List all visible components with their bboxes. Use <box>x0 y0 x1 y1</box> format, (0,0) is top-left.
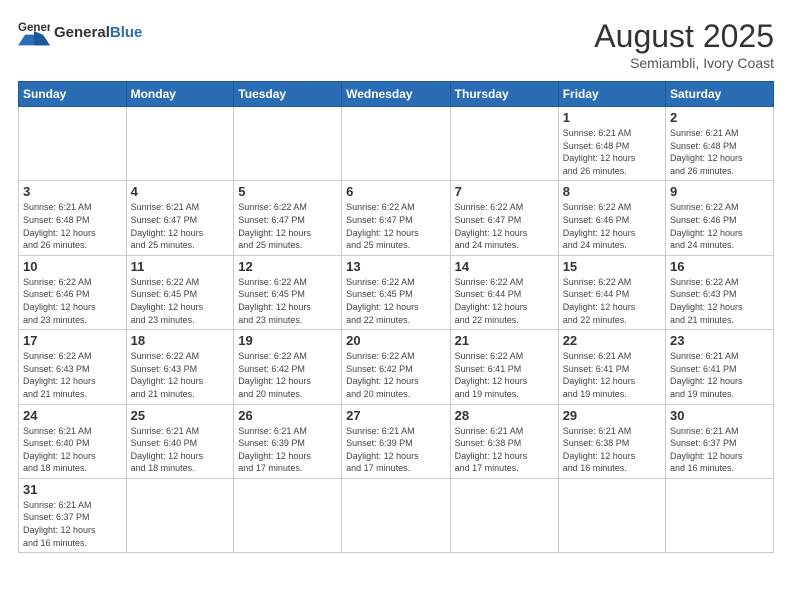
empty-cell <box>234 478 342 552</box>
day-19: 19 Sunrise: 6:22 AMSunset: 6:42 PMDaylig… <box>234 330 342 404</box>
day-1: 1 Sunrise: 6:21 AMSunset: 6:48 PMDayligh… <box>558 107 665 181</box>
empty-cell <box>342 107 451 181</box>
day-5: 5 Sunrise: 6:22 AMSunset: 6:47 PMDayligh… <box>234 181 342 255</box>
month-title: August 2025 <box>594 18 774 55</box>
header-monday: Monday <box>126 82 234 107</box>
header-sunday: Sunday <box>19 82 127 107</box>
empty-cell <box>450 478 558 552</box>
logo: General GeneralBlue <box>18 18 142 46</box>
empty-cell <box>126 107 234 181</box>
day-30: 30 Sunrise: 6:21 AMSunset: 6:37 PMDaylig… <box>666 404 774 478</box>
logo-icon: General <box>18 18 50 46</box>
logo-text: GeneralBlue <box>54 24 142 41</box>
empty-cell <box>666 478 774 552</box>
day-28: 28 Sunrise: 6:21 AMSunset: 6:38 PMDaylig… <box>450 404 558 478</box>
header-friday: Friday <box>558 82 665 107</box>
day-9: 9 Sunrise: 6:22 AMSunset: 6:46 PMDayligh… <box>666 181 774 255</box>
day-18: 18 Sunrise: 6:22 AMSunset: 6:43 PMDaylig… <box>126 330 234 404</box>
page-header: General GeneralBlue August 2025 Semiambl… <box>18 18 774 71</box>
empty-cell <box>126 478 234 552</box>
title-block: August 2025 Semiambli, Ivory Coast <box>594 18 774 71</box>
week-row-6: 31 Sunrise: 6:21 AMSunset: 6:37 PMDaylig… <box>19 478 774 552</box>
header-tuesday: Tuesday <box>234 82 342 107</box>
day-27: 27 Sunrise: 6:21 AMSunset: 6:39 PMDaylig… <box>342 404 451 478</box>
empty-cell <box>450 107 558 181</box>
empty-cell <box>342 478 451 552</box>
weekday-header-row: Sunday Monday Tuesday Wednesday Thursday… <box>19 82 774 107</box>
day-17: 17 Sunrise: 6:22 AMSunset: 6:43 PMDaylig… <box>19 330 127 404</box>
day-31: 31 Sunrise: 6:21 AMSunset: 6:37 PMDaylig… <box>19 478 127 552</box>
header-wednesday: Wednesday <box>342 82 451 107</box>
week-row-4: 17 Sunrise: 6:22 AMSunset: 6:43 PMDaylig… <box>19 330 774 404</box>
week-row-3: 10 Sunrise: 6:22 AMSunset: 6:46 PMDaylig… <box>19 255 774 329</box>
subtitle: Semiambli, Ivory Coast <box>594 55 774 71</box>
day-4: 4 Sunrise: 6:21 AMSunset: 6:47 PMDayligh… <box>126 181 234 255</box>
empty-cell <box>19 107 127 181</box>
day-6: 6 Sunrise: 6:22 AMSunset: 6:47 PMDayligh… <box>342 181 451 255</box>
day-21: 21 Sunrise: 6:22 AMSunset: 6:41 PMDaylig… <box>450 330 558 404</box>
week-row-5: 24 Sunrise: 6:21 AMSunset: 6:40 PMDaylig… <box>19 404 774 478</box>
calendar-table: Sunday Monday Tuesday Wednesday Thursday… <box>18 81 774 553</box>
day-13: 13 Sunrise: 6:22 AMSunset: 6:45 PMDaylig… <box>342 255 451 329</box>
day-29: 29 Sunrise: 6:21 AMSunset: 6:38 PMDaylig… <box>558 404 665 478</box>
day-25: 25 Sunrise: 6:21 AMSunset: 6:40 PMDaylig… <box>126 404 234 478</box>
day-8: 8 Sunrise: 6:22 AMSunset: 6:46 PMDayligh… <box>558 181 665 255</box>
empty-cell <box>234 107 342 181</box>
day-14: 14 Sunrise: 6:22 AMSunset: 6:44 PMDaylig… <box>450 255 558 329</box>
day-23: 23 Sunrise: 6:21 AMSunset: 6:41 PMDaylig… <box>666 330 774 404</box>
day-26: 26 Sunrise: 6:21 AMSunset: 6:39 PMDaylig… <box>234 404 342 478</box>
day-7: 7 Sunrise: 6:22 AMSunset: 6:47 PMDayligh… <box>450 181 558 255</box>
day-22: 22 Sunrise: 6:21 AMSunset: 6:41 PMDaylig… <box>558 330 665 404</box>
day-10: 10 Sunrise: 6:22 AMSunset: 6:46 PMDaylig… <box>19 255 127 329</box>
day-20: 20 Sunrise: 6:22 AMSunset: 6:42 PMDaylig… <box>342 330 451 404</box>
day-11: 11 Sunrise: 6:22 AMSunset: 6:45 PMDaylig… <box>126 255 234 329</box>
day-16: 16 Sunrise: 6:22 AMSunset: 6:43 PMDaylig… <box>666 255 774 329</box>
empty-cell <box>558 478 665 552</box>
day-15: 15 Sunrise: 6:22 AMSunset: 6:44 PMDaylig… <box>558 255 665 329</box>
day-12: 12 Sunrise: 6:22 AMSunset: 6:45 PMDaylig… <box>234 255 342 329</box>
day-24: 24 Sunrise: 6:21 AMSunset: 6:40 PMDaylig… <box>19 404 127 478</box>
day-2: 2 Sunrise: 6:21 AMSunset: 6:48 PMDayligh… <box>666 107 774 181</box>
header-saturday: Saturday <box>666 82 774 107</box>
week-row-2: 3 Sunrise: 6:21 AMSunset: 6:48 PMDayligh… <box>19 181 774 255</box>
header-thursday: Thursday <box>450 82 558 107</box>
day-3: 3 Sunrise: 6:21 AMSunset: 6:48 PMDayligh… <box>19 181 127 255</box>
week-row-1: 1 Sunrise: 6:21 AMSunset: 6:48 PMDayligh… <box>19 107 774 181</box>
